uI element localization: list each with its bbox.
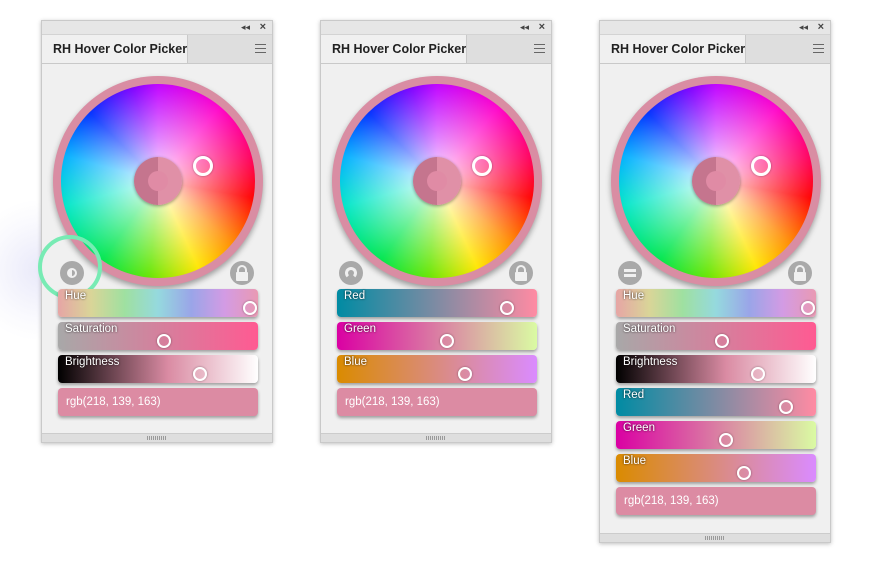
arc-icon: [345, 267, 357, 279]
slider-knob[interactable]: [737, 466, 751, 480]
saturation-slider[interactable]: Saturation: [616, 322, 816, 350]
slider-knob[interactable]: [500, 301, 514, 315]
color-swatch-compare[interactable]: [413, 157, 461, 205]
panel-menu-icon[interactable]: [813, 44, 824, 53]
panel-tab-title[interactable]: RH Hover Color Picker: [321, 35, 467, 63]
slider-knob[interactable]: [719, 433, 733, 447]
slider-knob[interactable]: [193, 367, 207, 381]
brightness-slider[interactable]: Brightness: [616, 355, 816, 383]
slider-label: Red: [344, 290, 366, 302]
color-wheel-ring: [611, 76, 821, 286]
tab-row: RH Hover Color Picker: [600, 35, 830, 64]
panel-menu-icon[interactable]: [534, 44, 545, 53]
tab-row: RH Hover Color Picker: [42, 35, 272, 64]
rgb-value-field[interactable]: rgb(218, 139, 163): [58, 388, 258, 416]
slider-knob[interactable]: [440, 334, 454, 348]
lock-button[interactable]: [230, 261, 254, 285]
color-swatch-compare[interactable]: [134, 157, 182, 205]
slider-label: Brightness: [623, 356, 678, 368]
lock-button[interactable]: [788, 261, 812, 285]
panel-titlebar: ◂◂ ×: [321, 21, 551, 35]
color-wheel-ring: [332, 76, 542, 286]
rgb-value-field[interactable]: rgb(218, 139, 163): [616, 487, 816, 515]
red-slider[interactable]: Red: [337, 289, 537, 317]
swatch-center-dot: [706, 171, 726, 191]
slider-label: Saturation: [623, 323, 676, 335]
wheel-picker-handle[interactable]: [193, 156, 213, 176]
slider-knob[interactable]: [779, 400, 793, 414]
slider-label: Saturation: [65, 323, 118, 335]
hue-slider[interactable]: Hue: [616, 289, 816, 317]
color-picker-panel-hsb-rgb: ◂◂ × RH Hover Color Picker Hue Saturatio…: [599, 20, 831, 543]
slider-knob[interactable]: [458, 367, 472, 381]
slider-label: Hue: [623, 290, 645, 302]
panel-tab-title[interactable]: RH Hover Color Picker: [600, 35, 746, 63]
slider-label: Blue: [623, 455, 647, 467]
slider-knob[interactable]: [715, 334, 729, 348]
resize-grip[interactable]: [321, 433, 551, 442]
slider-label: Green: [623, 422, 655, 434]
blue-slider[interactable]: Blue: [337, 355, 537, 383]
collapse-icon[interactable]: ◂◂: [520, 21, 529, 34]
panel-titlebar: ◂◂ ×: [42, 21, 272, 35]
rgb-value-field[interactable]: rgb(218, 139, 163): [337, 388, 537, 416]
close-icon[interactable]: ×: [818, 20, 824, 34]
slider-knob[interactable]: [801, 301, 815, 315]
mode-toggle-button[interactable]: [339, 261, 363, 285]
resize-grip[interactable]: [600, 533, 830, 542]
hue-slider[interactable]: Hue: [58, 289, 258, 317]
slider-knob[interactable]: [243, 301, 257, 315]
red-slider[interactable]: Red: [616, 388, 816, 416]
resize-grip[interactable]: [42, 433, 272, 442]
slider-knob[interactable]: [157, 334, 171, 348]
mode-toggle-button[interactable]: [618, 261, 642, 285]
slider-knob[interactable]: [751, 367, 765, 381]
lock-button[interactable]: [509, 261, 533, 285]
tab-row: RH Hover Color Picker: [321, 35, 551, 64]
wheel-picker-handle[interactable]: [751, 156, 771, 176]
slider-label: Blue: [344, 356, 368, 368]
brightness-slider[interactable]: Brightness: [58, 355, 258, 383]
wheel-picker-handle[interactable]: [472, 156, 492, 176]
slider-label: Hue: [65, 290, 87, 302]
slider-label: Green: [344, 323, 376, 335]
collapse-icon[interactable]: ◂◂: [799, 21, 808, 34]
color-picker-panel-hsb: ◂◂ × RH Hover Color Picker Hue Saturatio…: [38, 20, 273, 443]
saturation-slider[interactable]: Saturation: [58, 322, 258, 350]
color-swatch-compare[interactable]: [692, 157, 740, 205]
close-icon[interactable]: ×: [539, 20, 545, 34]
color-picker-panel-rgb: ◂◂ × RH Hover Color Picker Red Green Blu…: [320, 20, 552, 443]
swatch-center-dot: [148, 171, 168, 191]
slider-label: Brightness: [65, 356, 120, 368]
swatch-center-dot: [427, 171, 447, 191]
collapse-icon[interactable]: ◂◂: [241, 21, 250, 34]
blue-slider[interactable]: Blue: [616, 454, 816, 482]
panel-tab-title[interactable]: RH Hover Color Picker: [42, 35, 188, 63]
green-slider[interactable]: Green: [616, 421, 816, 449]
bars-icon: [624, 269, 636, 277]
panel-menu-icon[interactable]: [255, 44, 266, 53]
slider-label: Red: [623, 389, 645, 401]
green-slider[interactable]: Green: [337, 322, 537, 350]
panel-titlebar: ◂◂ ×: [600, 21, 830, 35]
close-icon[interactable]: ×: [260, 20, 266, 34]
